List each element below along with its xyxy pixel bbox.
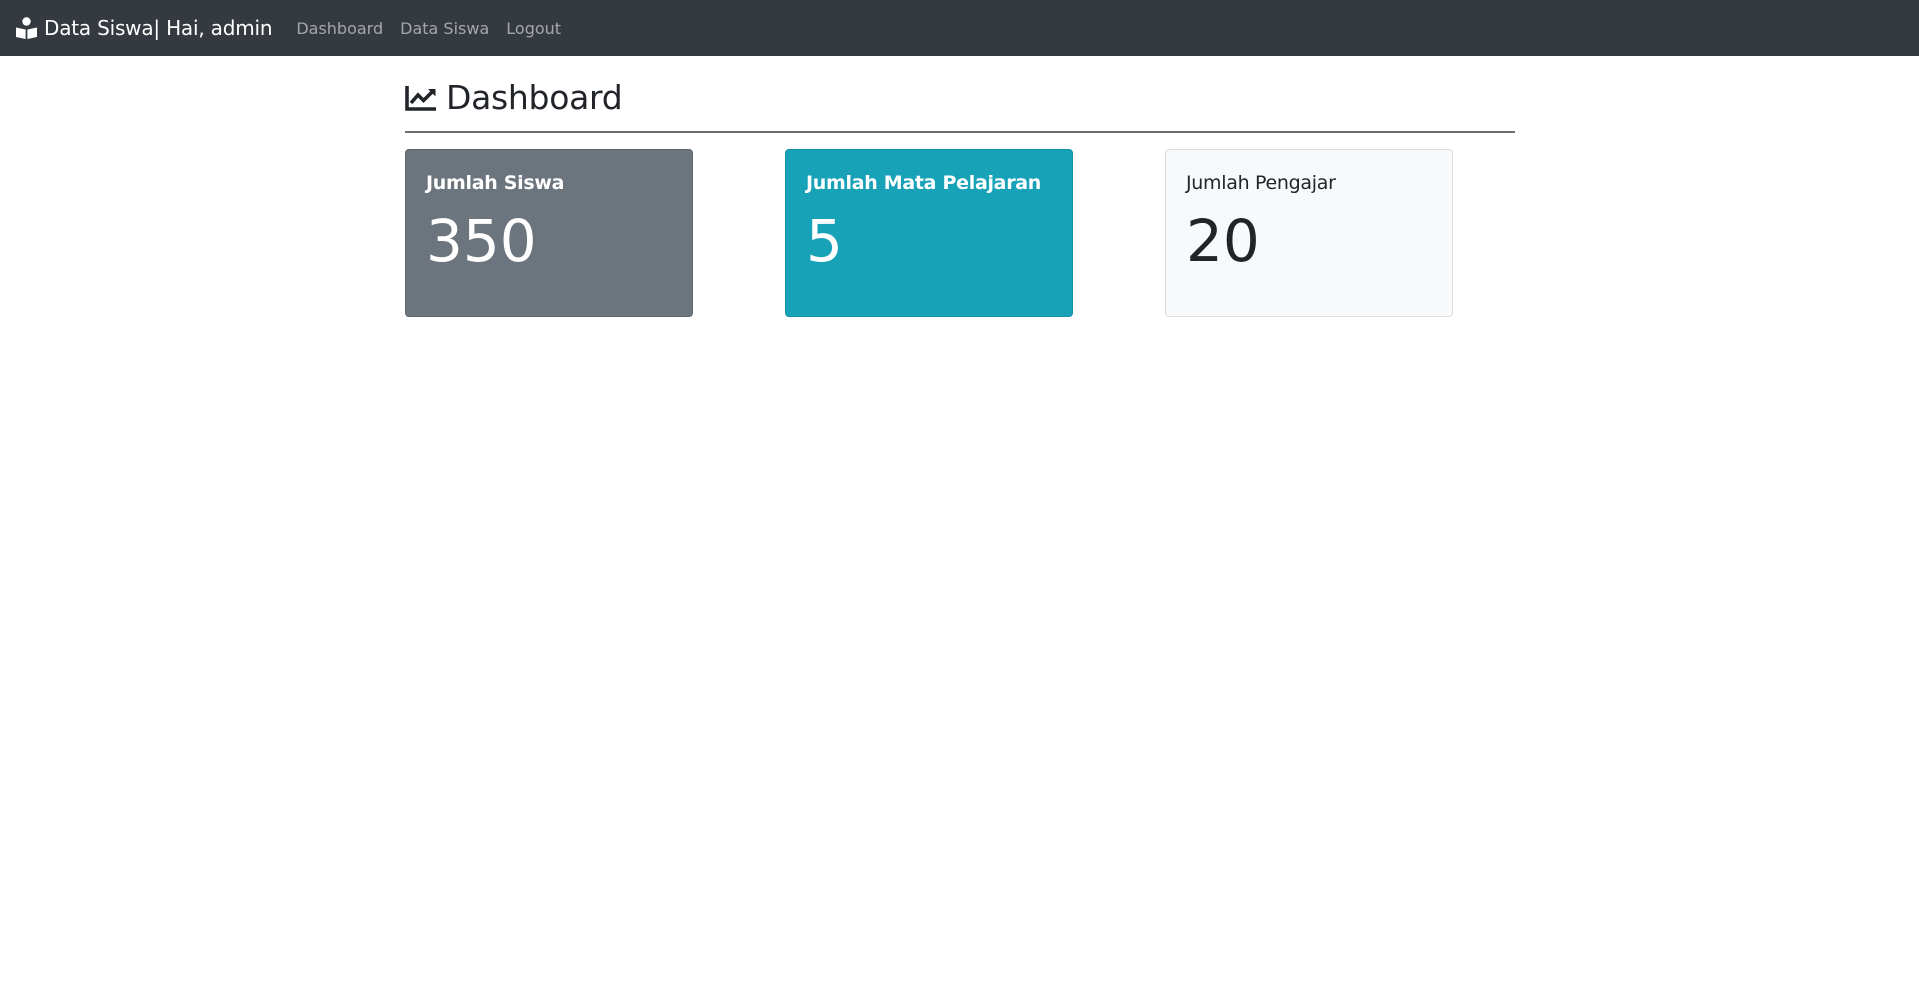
nav-links: Dashboard Data Siswa Logout: [296, 19, 578, 38]
navbar-brand[interactable]: Data Siswa| Hai, admin: [15, 16, 273, 40]
stat-cards: Jumlah Siswa 350 Jumlah Mata Pelajaran 5…: [405, 149, 1515, 319]
card-jumlah-pengajar: Jumlah Pengajar 20: [1165, 149, 1453, 317]
nav-link-logout[interactable]: Logout: [506, 19, 561, 38]
nav-link-data-siswa[interactable]: Data Siswa: [400, 19, 489, 38]
card-title: Jumlah Pengajar: [1186, 172, 1336, 194]
page-title: Dashboard: [446, 78, 623, 117]
brand-text: Data Siswa| Hai, admin: [44, 16, 273, 40]
card-jumlah-mata-pelajaran: Jumlah Mata Pelajaran 5: [785, 149, 1073, 317]
chart-line-icon: [405, 84, 437, 112]
book-reader-icon: [15, 17, 38, 39]
header-divider: [405, 131, 1515, 133]
card-jumlah-siswa: Jumlah Siswa 350: [405, 149, 693, 317]
top-navbar: Data Siswa| Hai, admin Dashboard Data Si…: [0, 0, 1919, 56]
card-title: Jumlah Mata Pelajaran: [806, 172, 1042, 194]
card-title: Jumlah Siswa: [426, 172, 565, 194]
nav-link-dashboard[interactable]: Dashboard: [296, 19, 383, 38]
main-content: Dashboard Jumlah Siswa 350 Jumlah Mata P…: [405, 56, 1515, 319]
card-value: 5: [806, 207, 843, 275]
card-value: 350: [426, 207, 537, 275]
card-value: 20: [1186, 207, 1260, 275]
page-header: Dashboard: [405, 56, 1515, 131]
